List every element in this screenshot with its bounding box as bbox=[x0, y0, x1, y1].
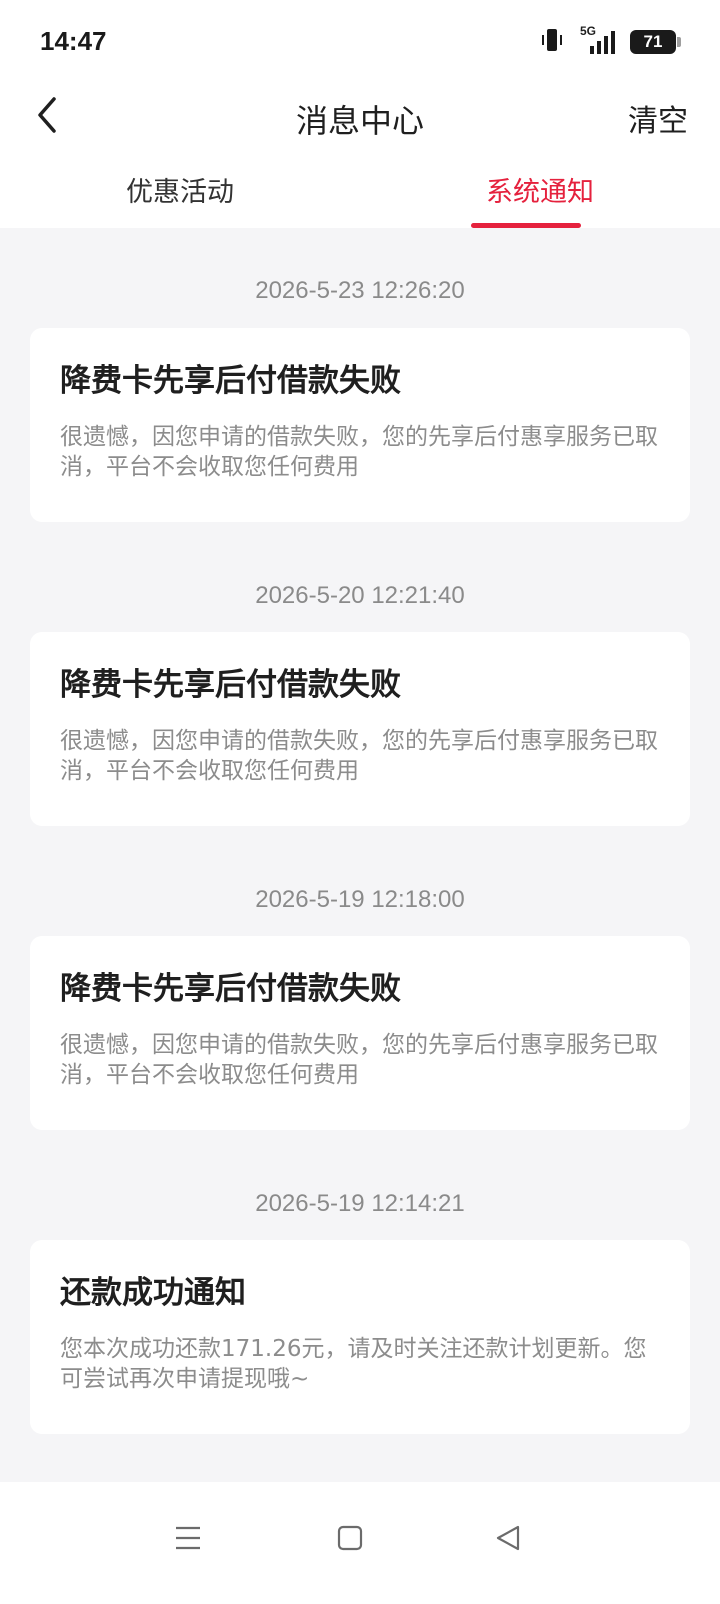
message-title: 降费卡先享后付借款失败 bbox=[60, 971, 401, 1007]
battery-icon: 71 bbox=[630, 30, 681, 54]
message-body: 很遗憾，因您申请的借款失败，您的先享后付惠享服务已取消，平台不会收取您任何费用 bbox=[60, 1032, 658, 1088]
status-time: 14:47 bbox=[40, 26, 107, 56]
page-title: 消息中心 bbox=[295, 102, 424, 140]
message-card[interactable]: 降费卡先享后付借款失败 很遗憾，因您申请的借款失败，您的先享后付惠享服务已取消，… bbox=[30, 328, 690, 522]
message-time: 2026-5-19 12:18:00 bbox=[255, 886, 465, 913]
message-list: 2026-5-23 12:26:20 降费卡先享后付借款失败 很遗憾，因您申请的… bbox=[0, 228, 720, 1434]
tab-system-notifications[interactable]: 系统通知 bbox=[360, 156, 720, 228]
message-title: 降费卡先享后付借款失败 bbox=[60, 363, 401, 399]
back-triangle-icon[interactable] bbox=[494, 1524, 522, 1556]
active-tab-indicator bbox=[471, 223, 581, 228]
tab-promotions[interactable]: 优惠活动 bbox=[0, 156, 360, 228]
message-group: 2026-5-20 12:21:40 降费卡先享后付借款失败 很遗憾，因您申请的… bbox=[30, 522, 690, 826]
message-body: 很遗憾，因您申请的借款失败，您的先享后付惠享服务已取消，平台不会收取您任何费用 bbox=[60, 424, 658, 480]
system-navigation-bar bbox=[0, 1482, 720, 1604]
message-group: 2026-5-23 12:26:20 降费卡先享后付借款失败 很遗憾，因您申请的… bbox=[30, 228, 690, 522]
top-area: 14:47 5G 71 消息中心 清空 优惠活动 系统通知 bbox=[0, 0, 720, 228]
message-group: 2026-5-19 12:18:00 降费卡先享后付借款失败 很遗憾，因您申请的… bbox=[30, 826, 690, 1130]
nav-bar: 消息中心 清空 bbox=[0, 82, 720, 156]
menu-icon[interactable] bbox=[174, 1524, 202, 1556]
message-time: 2026-5-19 12:14:21 bbox=[255, 1190, 465, 1217]
message-title: 还款成功通知 bbox=[60, 1275, 246, 1311]
signal-5g-icon: 5G bbox=[578, 24, 618, 56]
status-icons: 5G 71 bbox=[538, 24, 681, 58]
tab-bar: 优惠活动 系统通知 bbox=[0, 156, 720, 228]
message-body: 您本次成功还款171.26元，请及时关注还款计划更新。您可尝试再次申请提现哦~ bbox=[60, 1336, 647, 1392]
message-card[interactable]: 降费卡先享后付借款失败 很遗憾，因您申请的借款失败，您的先享后付惠享服务已取消，… bbox=[30, 936, 690, 1130]
home-square-icon[interactable] bbox=[336, 1524, 364, 1556]
vibrate-icon bbox=[538, 26, 566, 58]
status-bar: 14:47 5G 71 bbox=[0, 0, 720, 82]
message-time: 2026-5-20 12:21:40 bbox=[255, 582, 465, 609]
battery-level: 71 bbox=[643, 32, 663, 51]
message-time: 2026-5-23 12:26:20 bbox=[255, 277, 465, 304]
message-group: 2026-5-19 12:14:21 还款成功通知 您本次成功还款171.26元… bbox=[30, 1130, 690, 1434]
clear-button[interactable]: 清空 bbox=[628, 96, 688, 140]
message-card[interactable]: 降费卡先享后付借款失败 很遗憾，因您申请的借款失败，您的先享后付惠享服务已取消，… bbox=[30, 632, 690, 826]
message-title: 降费卡先享后付借款失败 bbox=[60, 667, 401, 703]
tab-label: 系统通知 bbox=[486, 177, 594, 208]
message-body: 很遗憾，因您申请的借款失败，您的先享后付惠享服务已取消，平台不会收取您任何费用 bbox=[60, 728, 658, 784]
message-card[interactable]: 还款成功通知 您本次成功还款171.26元，请及时关注还款计划更新。您可尝试再次… bbox=[30, 1240, 690, 1434]
